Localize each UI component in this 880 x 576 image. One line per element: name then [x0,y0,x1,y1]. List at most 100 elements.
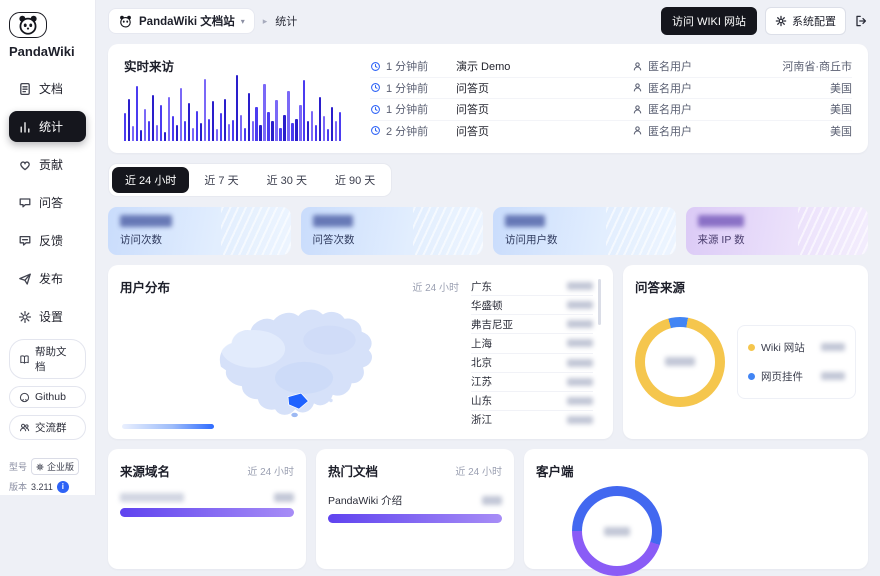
scrollbar-thumb[interactable] [598,279,601,325]
region-row: 北京 [471,354,593,373]
clock-icon [370,82,381,93]
realtime-bar [307,121,309,141]
version-info-icon[interactable]: i [57,481,69,493]
filter-tab[interactable]: 近 7 天 [191,167,251,193]
realtime-bar [152,95,154,141]
qa-source-card: 问答来源 Wiki 网站网页挂件 [623,265,868,439]
realtime-bar [315,125,317,141]
visit-time: 1 分钟前 [370,101,456,117]
stat-cards-row: 访问次数问答次数访问用户数来源 IP 数 [108,207,868,255]
region-row: 弗吉尼亚 [471,315,593,334]
visit-page[interactable]: 问答页 [456,123,632,139]
user-distribution-card: 用户分布 近 24 小时 [108,265,613,439]
realtime-bar [208,119,210,141]
visit-time: 2 分钟前 [370,123,456,139]
site-selector[interactable]: PandaWiki 文档站 ▾ [108,8,255,34]
sidebar-button-label: Github [35,391,66,403]
realtime-bar [204,79,206,141]
source-domain-card: 来源域名 近 24 小时 [108,449,306,569]
clients-card: 客户端 [524,449,868,569]
qa-total-redacted [665,357,695,366]
sidebar: PandaWiki 文档统计贡献问答反馈发布设置 帮助文档Github交流群 型… [0,0,96,495]
realtime-bar [303,80,305,141]
region-row: 江苏 [471,373,593,392]
region-row: 广东 [471,277,593,296]
realtime-bar [148,121,150,141]
visit-location: 河南省·商丘市 [724,58,852,74]
system-config-label: 系统配置 [792,13,836,29]
filter-tab[interactable]: 近 90 天 [322,167,388,193]
region-value-redacted [567,416,593,424]
doc-icon [18,82,32,96]
realtime-bar [236,75,238,141]
stats-icon [18,120,32,134]
sidebar-menu: 文档统计贡献问答反馈发布设置 [9,73,86,339]
qa-source-donut-chart[interactable] [635,317,725,407]
realtime-row: 1 分钟前问答页匿名用户美国 [370,99,852,121]
realtime-bar [335,121,337,141]
system-config-button[interactable]: 系统配置 [765,7,846,35]
sidebar-item-qa[interactable]: 问答 [9,187,86,218]
site-selector-label: PandaWiki 文档站 [139,13,235,29]
realtime-bar [216,129,218,141]
region-row: 浙江 [471,411,593,429]
visit-location: 美国 [724,123,852,139]
gear-icon [775,15,787,27]
visit-time: 1 分钟前 [370,58,456,74]
sidebar-item-stats[interactable]: 统计 [9,111,86,142]
user-distribution-title: 用户分布 [120,277,170,296]
edition-badge: 企业版 [31,458,79,475]
realtime-bar [275,100,277,141]
realtime-bar [156,125,158,141]
sidebar-button-group[interactable]: 交流群 [9,415,86,440]
realtime-row: 1 分钟前问答页匿名用户美国 [370,78,852,100]
publish-icon [18,272,32,286]
sidebar-item-settings[interactable]: 设置 [9,301,86,332]
visit-page[interactable]: 演示 Demo [456,58,632,74]
realtime-bar [168,97,170,141]
model-label: 型号 [9,460,27,473]
stat-label: 访问用户数 [505,232,664,247]
user-distribution-period: 近 24 小时 [412,279,459,294]
clients-donut-center [582,496,652,566]
hot-doc-label[interactable]: PandaWiki 介绍 [328,493,402,508]
realtime-bar [180,88,182,141]
sidebar-meta: 型号 企业版 版本 3.211 i [9,453,86,493]
stat-value-redacted [698,215,744,227]
region-name: 山东 [471,393,492,408]
region-value-redacted [567,397,593,405]
realtime-bar [144,109,146,141]
sidebar-item-publish[interactable]: 发布 [9,263,86,294]
app-root: PandaWiki 文档统计贡献问答反馈发布设置 帮助文档Github交流群 型… [0,0,880,495]
filter-tab[interactable]: 近 24 小时 [112,167,189,193]
china-map[interactable] [120,298,459,420]
visit-time: 1 分钟前 [370,80,456,96]
realtime-bar [279,128,281,141]
region-value-redacted [567,301,593,309]
realtime-bar [184,121,186,141]
clients-donut-chart[interactable] [572,486,662,576]
region-value-redacted [567,359,593,367]
visit-page[interactable]: 问答页 [456,80,632,96]
logout-icon[interactable] [854,14,868,28]
realtime-bar [140,130,142,141]
gear-mini-icon [36,463,44,471]
sidebar-item-contrib[interactable]: 贡献 [9,149,86,180]
realtime-bar-chart[interactable] [124,75,352,141]
sidebar-item-label: 发布 [39,270,63,287]
sidebar-item-feedback[interactable]: 反馈 [9,225,86,256]
app-logo[interactable] [9,12,47,38]
main-content: 实时来访 1 分钟前演示 Demo匿名用户河南省·商丘市1 分钟前问答页匿名用户… [96,36,880,495]
sidebar-button-help[interactable]: 帮助文档 [9,339,86,379]
filter-tab[interactable]: 近 30 天 [254,167,320,193]
realtime-bar [136,86,138,141]
region-ranking-list[interactable]: 广东华盛顿弗吉尼亚上海北京江苏山东浙江 [471,277,601,429]
visit-wiki-button[interactable]: 访问 WIKI 网站 [661,7,757,35]
topbar: PandaWiki 文档站 ▾ ▸ 统计 访问 WIKI 网站 系统配置 [96,0,880,36]
realtime-bar [311,111,313,141]
realtime-bar [188,103,190,141]
sidebar-item-doc[interactable]: 文档 [9,73,86,104]
user-icon [632,61,643,72]
visit-page[interactable]: 问答页 [456,101,632,117]
sidebar-button-github[interactable]: Github [9,386,86,408]
